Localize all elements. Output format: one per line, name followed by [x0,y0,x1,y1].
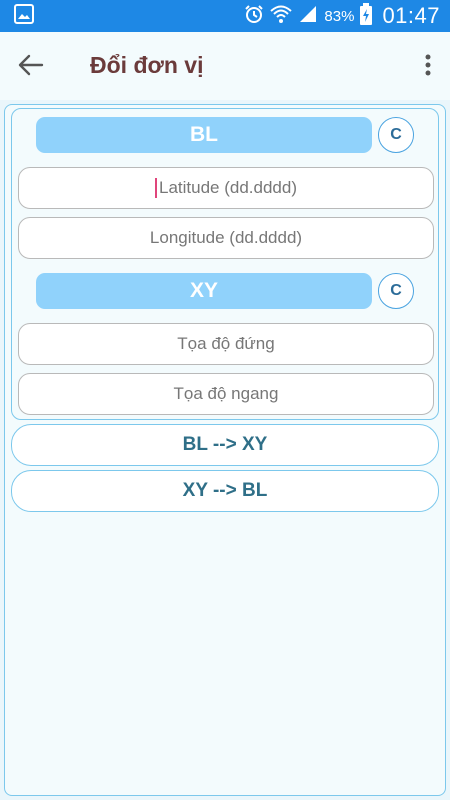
clock: 01:47 [382,3,440,28]
back-button[interactable] [14,50,48,84]
app-bar: Đổi đơn vị [0,32,450,100]
xy-to-bl-button[interactable]: XY --> BL [11,470,439,512]
text-caret [155,178,157,198]
status-bar: 83% 01:47 [0,0,450,32]
image-icon [14,3,34,29]
horizontal-coordinate-input[interactable]: Tọa độ ngang [18,373,434,415]
page-title: Đổi đơn vị [90,52,204,78]
longitude-placeholder: Longitude (dd.dddd) [149,228,303,247]
signal-icon [298,4,318,28]
overflow-menu-button[interactable] [418,50,438,84]
battery-charging-icon [360,3,373,29]
bl-clear-button[interactable]: C [378,117,414,153]
wifi-icon [270,4,293,28]
battery-percent: 83% [324,7,355,25]
coordinate-input-card: BL C Latitude (dd.dddd) Longitude (dd.dd… [11,108,439,420]
vertical-coordinate-input[interactable]: Tọa độ đứng [18,323,434,365]
alarm-icon [244,4,264,28]
back-arrow-icon [18,54,44,81]
xy-section-header: XY [36,273,372,309]
main-panel: BL C Latitude (dd.dddd) Longitude (dd.dd… [4,104,446,796]
horizontal-coordinate-placeholder: Tọa độ ngang [173,384,279,403]
xy-clear-button[interactable]: C [378,273,414,309]
more-vert-icon [425,54,431,81]
latitude-input[interactable]: Latitude (dd.dddd) [18,167,434,209]
longitude-input[interactable]: Longitude (dd.dddd) [18,217,434,259]
bl-to-xy-button[interactable]: BL --> XY [11,424,439,466]
latitude-placeholder: Latitude (dd.dddd) [159,178,297,197]
bl-section-header: BL [36,117,372,153]
vertical-coordinate-placeholder: Tọa độ đứng [177,334,275,353]
